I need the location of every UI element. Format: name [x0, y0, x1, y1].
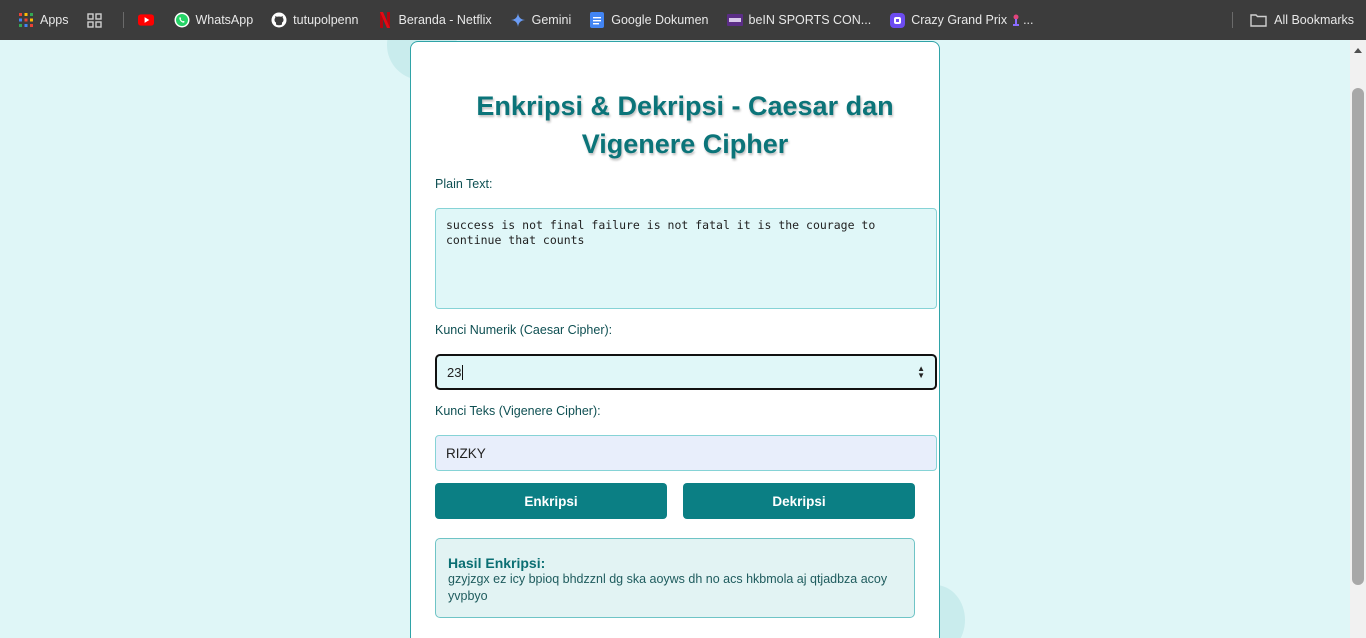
all-bookmarks-label: All Bookmarks	[1274, 13, 1354, 27]
bookmark-whatsapp[interactable]: WhatsApp	[174, 12, 254, 28]
text-cursor	[462, 364, 464, 380]
bookmark-apps[interactable]: Apps	[18, 12, 69, 28]
plain-text-label: Plain Text:	[435, 177, 493, 191]
cipher-card: Enkripsi & Dekripsi - Caesar dan Vigener…	[410, 41, 940, 638]
result-text: gzyjzgx ez icy bpioq bhdzznl dg ska aoyw…	[448, 572, 888, 603]
bookmark-github[interactable]: tutupolpenn	[271, 12, 359, 28]
bookmark-label: Beranda - Netflix	[398, 13, 492, 27]
tab-groups-icon	[87, 12, 103, 28]
apps-grid-icon	[18, 12, 34, 28]
bookmark-bein-sports[interactable]: beIN SPORTS CON...	[726, 12, 872, 28]
bookmark-label: Crazy Grand Prix	[911, 13, 1008, 27]
bookmark-label: beIN SPORTS CON...	[748, 13, 872, 27]
youtube-icon	[137, 12, 154, 28]
page-content: Enkripsi & Dekripsi - Caesar dan Vigener…	[0, 40, 1350, 638]
scroll-up-arrow-icon[interactable]	[1354, 48, 1362, 53]
caesar-key-value: 23	[447, 364, 462, 380]
bookmark-google-docs[interactable]: Google Dokumen	[589, 12, 709, 28]
number-spinner[interactable]: ▲ ▼	[917, 365, 925, 380]
bookmark-gemini[interactable]: Gemini	[510, 12, 572, 28]
decrypt-button[interactable]: Dekripsi	[683, 483, 915, 519]
page-title: Enkripsi & Dekripsi - Caesar dan Vigener…	[476, 91, 894, 159]
bookmark-label: tutupolpenn	[293, 13, 359, 27]
plain-text-input[interactable]: success is not final failure is not fata…	[435, 208, 937, 309]
folder-icon	[1249, 12, 1267, 28]
bein-sports-icon	[726, 12, 743, 28]
crazy-grand-prix-icon	[889, 12, 905, 28]
bookmark-label: WhatsApp	[195, 13, 254, 27]
bookmarks-separator	[122, 12, 124, 28]
spinner-down-icon[interactable]: ▼	[917, 372, 925, 380]
page-scrollbar[interactable]	[1350, 40, 1366, 638]
vigenere-key-label: Kunci Teks (Vigenere Cipher):	[435, 404, 601, 418]
bookmarks-bar: Apps WhatsApp tutupolpenn Beranda - Netf…	[0, 0, 1366, 40]
bookmark-label: Gemini	[531, 13, 572, 27]
bookmark-youtube[interactable]	[137, 12, 160, 28]
bookmark-crazy-grand-prix[interactable]: Crazy Grand Prix	[889, 12, 1007, 28]
result-title: Hasil Enkripsi:	[448, 555, 546, 571]
bookmark-game[interactable]: ...	[1011, 12, 1034, 28]
scrollbar-thumb[interactable]	[1352, 88, 1364, 585]
caesar-key-label: Kunci Numerik (Caesar Cipher):	[435, 323, 613, 337]
github-icon	[271, 12, 287, 28]
bookmark-label: Google Dokumen	[611, 13, 709, 27]
bookmark-tab-groups[interactable]	[87, 12, 109, 28]
google-docs-icon	[589, 12, 605, 28]
all-bookmarks-button[interactable]: All Bookmarks	[1249, 12, 1354, 28]
game-icon	[1011, 12, 1021, 28]
whatsapp-icon	[174, 12, 190, 28]
caesar-key-input[interactable]: 23 ▲ ▼	[435, 354, 937, 390]
result-box: Hasil Enkripsi: gzyjzgx ez icy bpioq bhd…	[435, 538, 915, 618]
gemini-icon	[510, 12, 526, 28]
bookmark-netflix[interactable]: Beranda - Netflix	[377, 12, 492, 28]
netflix-icon	[377, 12, 393, 28]
vigenere-key-input[interactable]: RIZKY	[435, 435, 937, 471]
encrypt-button[interactable]: Enkripsi	[435, 483, 667, 519]
bookmark-label: Apps	[40, 13, 69, 27]
bookmarks-separator	[1232, 12, 1234, 28]
bookmark-label: ...	[1023, 13, 1034, 27]
